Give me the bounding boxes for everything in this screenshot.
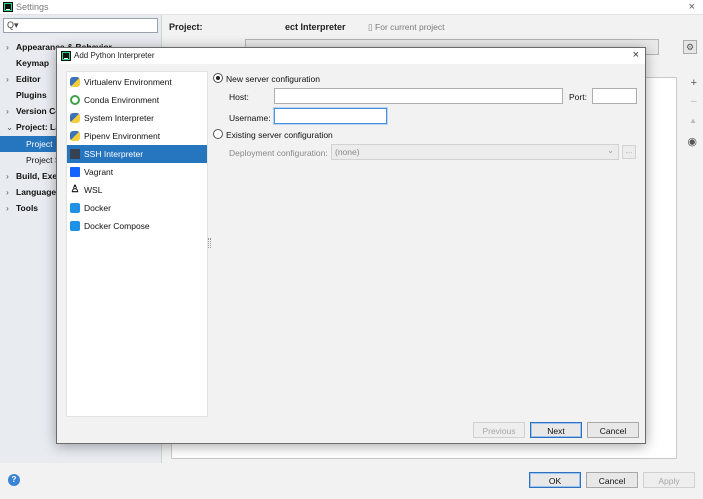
dialog-title-bar: Add Python Interpreter ×	[57, 48, 645, 64]
deployment-config-label: Deployment configuration:	[229, 148, 328, 158]
sidebar-item-label: Project: La	[16, 122, 60, 132]
list-item-label: SSH Interpreter	[84, 149, 144, 159]
username-label: Username:	[229, 113, 271, 123]
interpreter-type-list: Virtualenv Environment Conda Environment…	[66, 71, 208, 417]
settings-footer: ? OK Cancel Apply	[0, 463, 703, 499]
pycharm-logo-icon	[3, 2, 13, 12]
cancel-button[interactable]: Cancel	[586, 472, 638, 488]
apply-button[interactable]: Apply	[643, 472, 695, 488]
sidebar-item-label: Keymap	[16, 58, 50, 68]
list-item-system-interpreter[interactable]: System Interpreter	[67, 109, 207, 127]
chevron-down-icon: ⌄	[6, 122, 14, 132]
sidebar-item-label: Language	[16, 187, 57, 197]
list-item-label: Docker	[84, 203, 111, 213]
list-item-vagrant[interactable]: Vagrant	[67, 163, 207, 181]
file-icon: ▯	[368, 22, 376, 32]
chevron-right-icon: ›	[6, 74, 9, 84]
new-server-label: New server configuration	[226, 74, 321, 84]
sidebar-item-label: Version Co	[16, 106, 61, 116]
chevron-right-icon: ›	[6, 203, 9, 213]
list-item-label: Conda Environment	[84, 95, 160, 105]
list-item-virtualenv[interactable]: Virtualenv Environment	[67, 73, 207, 91]
chevron-right-icon: ›	[6, 187, 9, 197]
list-item-label: Virtualenv Environment	[84, 77, 172, 87]
previous-button[interactable]: Previous	[473, 422, 525, 438]
for-current-project-note: ▯ For current project	[368, 22, 445, 33]
splitter-handle[interactable]	[208, 238, 211, 248]
dialog-title: Add Python Interpreter	[74, 51, 155, 60]
browse-deployment-button[interactable]: ...	[622, 145, 636, 159]
sidebar-item-languages[interactable]: › Language	[6, 187, 56, 197]
add-package-icon[interactable]: +	[691, 77, 697, 89]
sidebar-item-label: Project	[26, 139, 53, 149]
list-item-wsl[interactable]: ♙ WSL	[67, 181, 207, 199]
window-title: Settings	[16, 2, 49, 12]
chevron-right-icon: ›	[6, 106, 9, 116]
sidebar-item-project[interactable]: ⌄ Project: La	[6, 122, 60, 133]
help-icon[interactable]: ?	[8, 474, 20, 486]
close-icon[interactable]: ×	[633, 49, 639, 61]
sidebar-item-label: Build, Exe	[16, 171, 58, 181]
sidebar-item-tools[interactable]: › Tools	[6, 203, 38, 213]
gear-icon[interactable]: ⚙	[683, 40, 697, 54]
settings-search-input[interactable]: Q▾	[3, 18, 158, 33]
python-icon	[70, 113, 80, 123]
search-icon: Q▾	[7, 20, 19, 30]
add-python-interpreter-dialog: Add Python Interpreter × Virtualenv Envi…	[56, 47, 646, 444]
list-item-docker-compose[interactable]: Docker Compose	[67, 217, 207, 235]
terminal-icon	[70, 149, 80, 159]
chevron-down-icon: ⌄	[607, 146, 614, 155]
python-icon	[70, 77, 80, 87]
remove-package-icon[interactable]: −	[691, 96, 697, 108]
ok-button[interactable]: OK	[529, 472, 581, 488]
pycharm-logo-icon	[61, 51, 71, 61]
conda-icon	[70, 95, 80, 105]
next-button[interactable]: Next	[530, 422, 582, 438]
sidebar-item-version-control[interactable]: › Version Co	[6, 106, 60, 116]
sidebar-item-label: Editor	[16, 74, 41, 84]
list-item-ssh-interpreter[interactable]: SSH Interpreter	[67, 145, 207, 163]
list-item-conda[interactable]: Conda Environment	[67, 91, 207, 109]
cancel-button[interactable]: Cancel	[587, 422, 639, 438]
new-server-radio[interactable]	[213, 73, 223, 83]
close-icon[interactable]: ×	[689, 1, 695, 13]
chevron-right-icon: ›	[6, 171, 9, 181]
list-item-docker[interactable]: Docker	[67, 199, 207, 217]
list-item-label: Docker Compose	[84, 221, 150, 231]
sidebar-item-plugins[interactable]: Plugins	[6, 90, 47, 100]
docker-icon	[70, 203, 80, 213]
existing-server-label: Existing server configuration	[226, 130, 333, 140]
host-label: Host:	[229, 92, 249, 102]
chevron-right-icon: ›	[6, 42, 9, 52]
port-label: Port:	[569, 92, 587, 102]
sidebar-item-keymap[interactable]: Keymap	[6, 58, 49, 68]
eye-icon[interactable]: ◉	[687, 135, 697, 148]
sidebar-item-editor[interactable]: › Editor	[6, 74, 41, 84]
existing-server-radio[interactable]	[213, 129, 223, 139]
settings-title-bar: Settings ×	[0, 0, 703, 15]
list-item-pipenv[interactable]: Pipenv Environment	[67, 127, 207, 145]
list-item-label: Vagrant	[84, 167, 114, 177]
upgrade-package-icon[interactable]: ▲	[689, 116, 697, 125]
python-icon	[70, 131, 80, 141]
list-item-label: Pipenv Environment	[84, 131, 161, 141]
vagrant-icon	[70, 167, 80, 177]
page-title: ect Interpreter	[285, 22, 346, 32]
host-input[interactable]	[274, 88, 563, 104]
list-item-label: WSL	[84, 185, 103, 195]
port-input[interactable]	[592, 88, 637, 104]
docker-icon	[70, 221, 80, 231]
linux-icon: ♙	[70, 184, 80, 195]
project-label: Project:	[169, 22, 203, 32]
deployment-config-value: (none)	[335, 147, 360, 157]
username-input[interactable]	[274, 108, 387, 124]
sidebar-item-label: Plugins	[16, 90, 47, 100]
sidebar-item-build[interactable]: › Build, Exe	[6, 171, 57, 181]
deployment-config-select[interactable]: (none) ⌄	[331, 144, 619, 160]
sidebar-item-label: Tools	[16, 203, 39, 213]
for-current-project-text: For current project	[375, 22, 445, 32]
list-item-label: System Interpreter	[84, 113, 154, 123]
